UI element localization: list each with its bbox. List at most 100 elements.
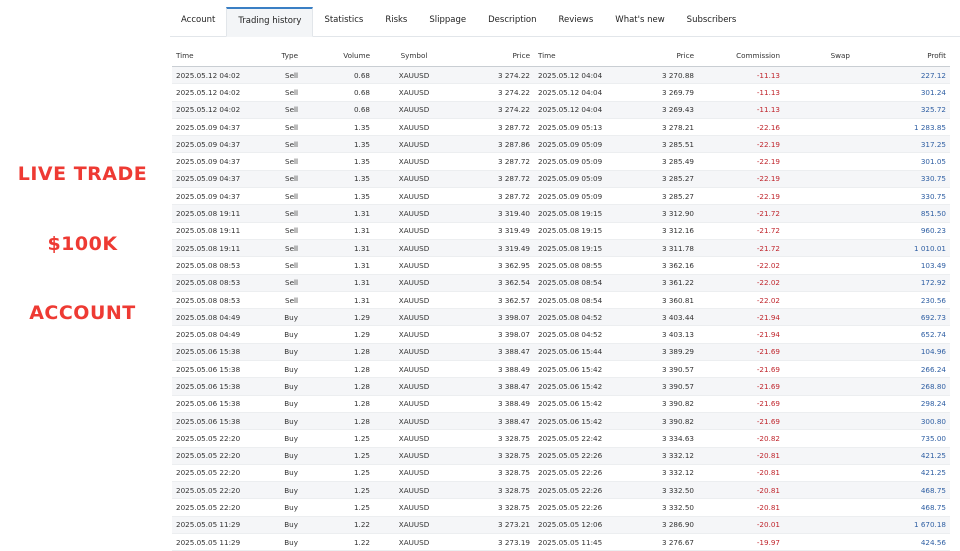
column-header-profit[interactable]: Profit <box>854 44 950 67</box>
cell-swap <box>784 481 854 500</box>
cell-time: 2025.05.05 22:20 <box>172 464 262 483</box>
cell-swap <box>784 291 854 310</box>
cell-time: 2025.05.08 08:53 <box>172 274 262 292</box>
table-row[interactable]: 2025.05.05 22:20 Buy 1.25 XAUUSD 3 328.75 202… <box>172 464 950 483</box>
cell-swap <box>784 135 854 154</box>
cell-time: 2025.05.05 22:20 <box>172 481 262 500</box>
tab-what-s-new[interactable]: What's new <box>604 8 675 36</box>
cell-commission: -21.72 <box>698 239 784 258</box>
cell-close-time: 2025.05.08 04:52 <box>534 325 612 344</box>
cell-close-price: 3 332.12 <box>612 447 698 465</box>
cell-price: 3 273.21 <box>454 516 534 535</box>
cell-type: Sell <box>262 101 302 119</box>
cell-profit: 1 283.85 <box>854 118 950 137</box>
table-row[interactable]: 2025.05.05 22:20 Buy 1.25 XAUUSD 3 328.75 202… <box>172 447 950 465</box>
table-row[interactable]: 2025.05.08 08:53 Sell 1.31 XAUUSD 3 362.95 20… <box>172 256 950 275</box>
column-header-price[interactable]: Price <box>454 44 534 67</box>
cell-type: Sell <box>262 83 302 102</box>
cell-close-time: 2025.05.09 05:09 <box>534 135 612 154</box>
cell-volume: 1.25 <box>302 447 374 465</box>
cell-close-price: 3 390.57 <box>612 360 698 379</box>
column-header-commission[interactable]: Commission <box>698 44 784 67</box>
table-row[interactable]: 2025.05.08 19:11 Sell 1.31 XAUUSD 3 319.49 20… <box>172 222 950 240</box>
table-row[interactable]: 2025.05.09 04:37 Sell 1.35 XAUUSD 3 287.72 20… <box>172 170 950 189</box>
table-row[interactable]: 2025.05.12 04:02 Sell 0.68 XAUUSD 3 274.22 20… <box>172 66 950 85</box>
column-header-close-time[interactable]: Time <box>534 44 612 67</box>
cell-profit: 421.25 <box>854 447 950 465</box>
cell-volume: 1.35 <box>302 118 374 137</box>
tab-bar: Account Trading history Statistics Risks Sli… <box>170 0 960 37</box>
promo-line-amount: $100K <box>47 233 118 255</box>
table-row[interactable]: 2025.05.12 04:02 Sell 0.68 XAUUSD 3 274.22 20… <box>172 101 950 119</box>
column-header-volume[interactable]: Volume <box>302 44 374 67</box>
table-row[interactable]: 2025.05.06 15:38 Buy 1.28 XAUUSD 3 388.47 202… <box>172 343 950 362</box>
table-row[interactable]: 2025.05.08 19:11 Sell 1.31 XAUUSD 3 319.49 20… <box>172 239 950 258</box>
table-body: 2025.05.12 04:02 Sell 0.68 XAUUSD 3 274.22 20… <box>172 66 950 551</box>
tab-trading-history[interactable]: Trading history <box>226 7 314 37</box>
cell-type: Sell <box>262 187 302 206</box>
table-row[interactable]: 2025.05.05 22:20 Buy 1.25 XAUUSD 3 328.75 202… <box>172 429 950 448</box>
tab-description[interactable]: Description <box>477 8 547 36</box>
table-row[interactable]: 2025.05.06 15:38 Buy 1.28 XAUUSD 3 388.49 202… <box>172 395 950 413</box>
cell-symbol: XAUUSD <box>374 222 454 240</box>
cell-type: Buy <box>262 308 302 327</box>
tab-statistics[interactable]: Statistics <box>313 8 374 36</box>
cell-type: Sell <box>262 66 302 85</box>
table-row[interactable]: 2025.05.09 04:37 Sell 1.35 XAUUSD 3 287.86 20… <box>172 135 950 154</box>
cell-profit: 330.75 <box>854 170 950 189</box>
column-header-symbol[interactable]: Symbol <box>374 44 454 67</box>
cell-swap <box>784 256 854 275</box>
cell-volume: 1.22 <box>302 516 374 535</box>
table-row[interactable]: 2025.05.08 08:53 Sell 1.31 XAUUSD 3 362.57 20… <box>172 291 950 310</box>
table-row[interactable]: 2025.05.12 04:02 Sell 0.68 XAUUSD 3 274.22 20… <box>172 83 950 102</box>
cell-symbol: XAUUSD <box>374 135 454 154</box>
column-header-close-price[interactable]: Price <box>612 44 698 67</box>
table-row[interactable]: 2025.05.06 15:38 Buy 1.28 XAUUSD 3 388.47 202… <box>172 412 950 431</box>
table-row[interactable]: 2025.05.08 04:49 Buy 1.29 XAUUSD 3 398.07 202… <box>172 308 950 327</box>
cell-swap <box>784 429 854 448</box>
table-row[interactable]: 2025.05.05 11:29 Buy 1.22 XAUUSD 3 273.19 202… <box>172 533 950 551</box>
cell-price: 3 328.75 <box>454 464 534 483</box>
cell-volume: 1.22 <box>302 533 374 551</box>
cell-swap <box>784 239 854 258</box>
cell-price: 3 328.75 <box>454 498 534 517</box>
cell-commission: -21.72 <box>698 204 784 223</box>
table-row[interactable]: 2025.05.05 22:20 Buy 1.25 XAUUSD 3 328.75 202… <box>172 481 950 500</box>
tab-slippage[interactable]: Slippage <box>418 8 477 36</box>
table-row[interactable]: 2025.05.09 04:37 Sell 1.35 XAUUSD 3 287.72 20… <box>172 118 950 137</box>
cell-close-price: 3 332.50 <box>612 481 698 500</box>
cell-time: 2025.05.05 11:29 <box>172 516 262 535</box>
cell-time: 2025.05.06 15:38 <box>172 377 262 396</box>
column-header-time[interactable]: Time <box>172 44 262 67</box>
cell-commission: -20.81 <box>698 481 784 500</box>
table-row[interactable]: 2025.05.05 22:20 Buy 1.25 XAUUSD 3 328.75 202… <box>172 498 950 517</box>
column-header-swap[interactable]: Swap <box>784 44 854 67</box>
column-header-type[interactable]: Type <box>262 44 302 67</box>
cell-close-time: 2025.05.05 22:42 <box>534 429 612 448</box>
table-row[interactable]: 2025.05.09 04:37 Sell 1.35 XAUUSD 3 287.72 20… <box>172 187 950 206</box>
cell-close-time: 2025.05.08 19:15 <box>534 239 612 258</box>
table-row[interactable]: 2025.05.05 11:29 Buy 1.22 XAUUSD 3 273.21 202… <box>172 516 950 535</box>
cell-swap <box>784 412 854 431</box>
cell-close-price: 3 390.57 <box>612 377 698 396</box>
cell-close-price: 3 285.51 <box>612 135 698 154</box>
cell-close-time: 2025.05.08 19:15 <box>534 204 612 223</box>
tab-subscribers[interactable]: Subscribers <box>676 8 748 36</box>
tab-risks[interactable]: Risks <box>374 8 418 36</box>
cell-price: 3 328.75 <box>454 481 534 500</box>
tab-reviews[interactable]: Reviews <box>548 8 605 36</box>
table-row[interactable]: 2025.05.06 15:38 Buy 1.28 XAUUSD 3 388.47 202… <box>172 377 950 396</box>
table-row[interactable]: 2025.05.06 15:38 Buy 1.28 XAUUSD 3 388.49 202… <box>172 360 950 379</box>
cell-profit: 735.00 <box>854 429 950 448</box>
cell-time: 2025.05.05 11:29 <box>172 533 262 551</box>
cell-symbol: XAUUSD <box>374 377 454 396</box>
cell-time: 2025.05.06 15:38 <box>172 360 262 379</box>
table-row[interactable]: 2025.05.08 19:11 Sell 1.31 XAUUSD 3 319.40 20… <box>172 204 950 223</box>
table-row[interactable]: 2025.05.08 08:53 Sell 1.31 XAUUSD 3 362.54 20… <box>172 274 950 292</box>
cell-symbol: XAUUSD <box>374 360 454 379</box>
table-row[interactable]: 2025.05.08 04:49 Buy 1.29 XAUUSD 3 398.07 202… <box>172 325 950 344</box>
cell-volume: 1.31 <box>302 291 374 310</box>
tab-account[interactable]: Account <box>170 8 226 36</box>
table-row[interactable]: 2025.05.09 04:37 Sell 1.35 XAUUSD 3 287.72 20… <box>172 152 950 171</box>
cell-close-price: 3 311.78 <box>612 239 698 258</box>
